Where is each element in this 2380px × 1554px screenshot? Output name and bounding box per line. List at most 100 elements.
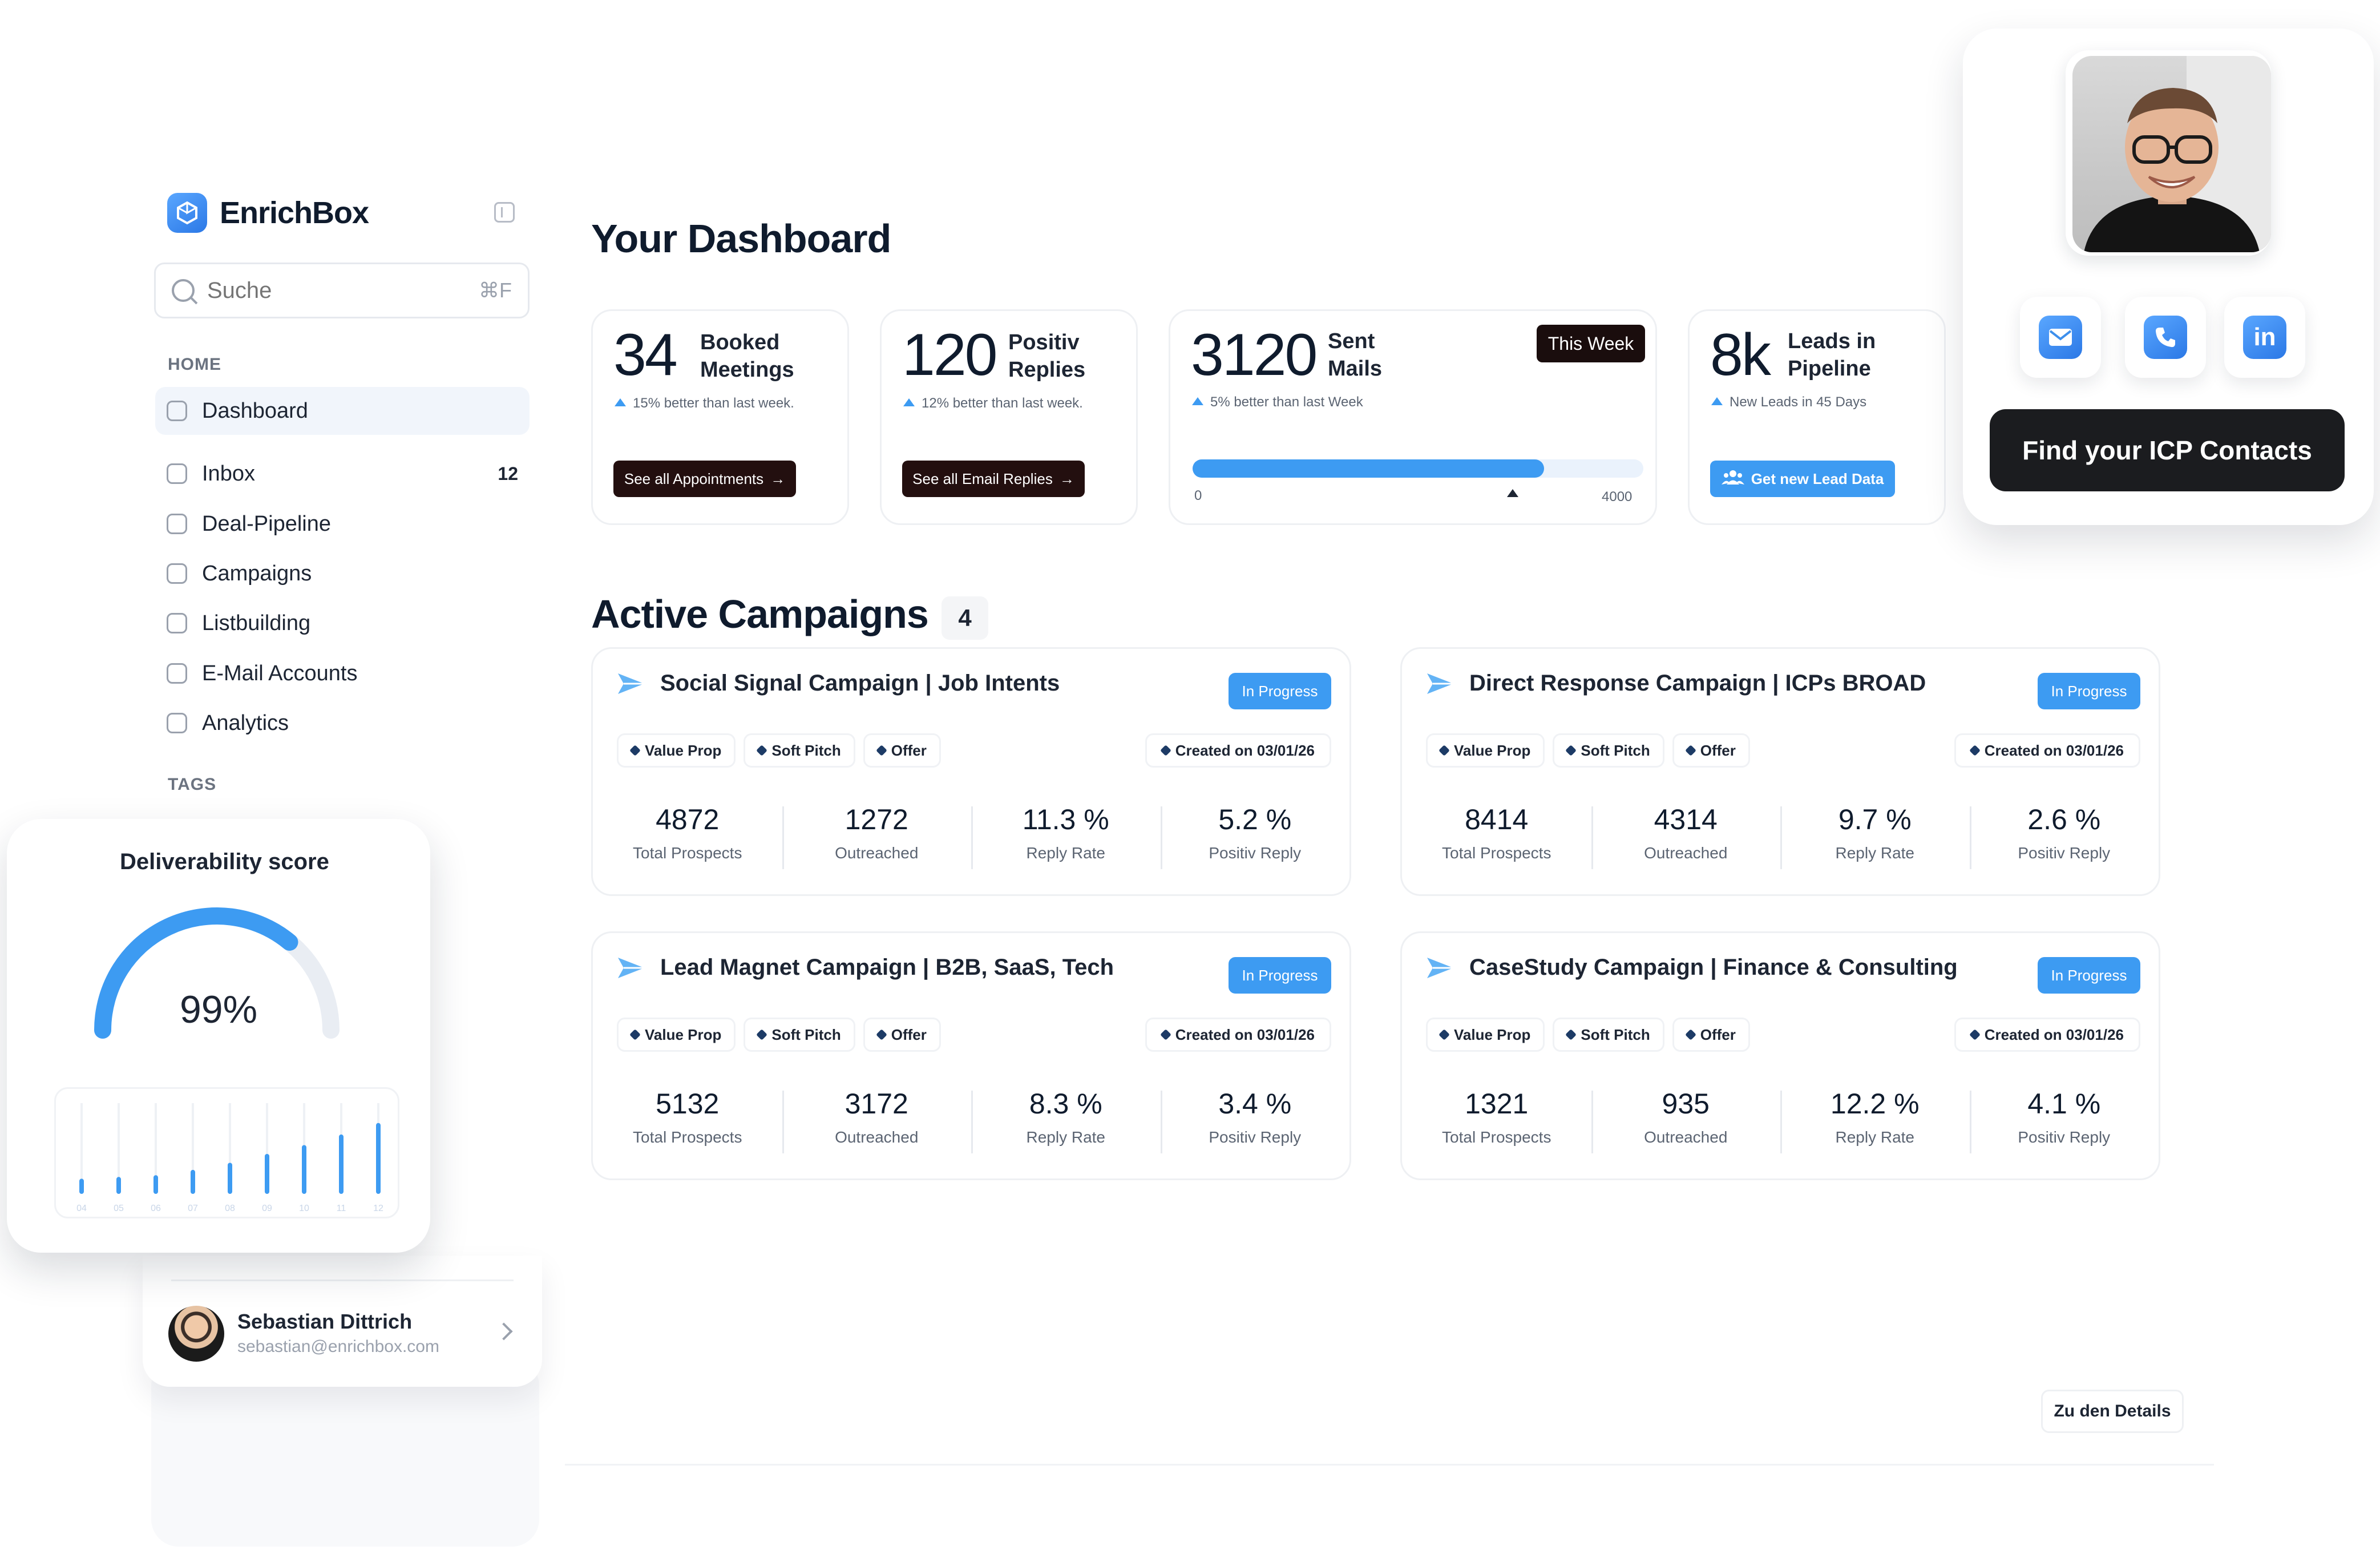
- deliverability-title: Deliverability score: [120, 849, 329, 874]
- tag-icon: [1565, 1029, 1577, 1040]
- sidebar-item-listbuilding[interactable]: Listbuilding: [155, 599, 530, 647]
- metric-reply-rate: 12.2 % Reply Rate: [1780, 1087, 1970, 1153]
- collapse-sidebar-icon[interactable]: [494, 202, 515, 223]
- campaign-metrics: 8414 Total Prospects 4314 Outreached 9.7 %…: [1402, 803, 2159, 869]
- brand-logo[interactable]: EnrichBox: [167, 193, 369, 233]
- see-appointments-button[interactable]: See all Appointments →: [613, 461, 796, 497]
- campaign-metrics: 4872 Total Prospects 1272 Outreached 11.3 …: [593, 803, 1349, 869]
- tag-offer[interactable]: Offer: [863, 1018, 941, 1052]
- tag-offer[interactable]: Offer: [863, 733, 941, 768]
- campaigns-title: Active Campaigns: [591, 592, 929, 636]
- bar-label: 07: [188, 1204, 198, 1213]
- search-box[interactable]: ⌘F: [154, 263, 530, 318]
- bar-label: 11: [337, 1204, 346, 1213]
- tag-soft-pitch[interactable]: Soft Pitch: [744, 1018, 855, 1052]
- find-icp-contacts-button[interactable]: Find your ICP Contacts: [1990, 409, 2345, 491]
- metric-value: 935: [1662, 1088, 1710, 1120]
- stat-card-leads: 8k Leads in Pipeline New Leads in 45 Day…: [1688, 309, 1946, 525]
- avatar[interactable]: [168, 1306, 224, 1362]
- linkedin-contact-button[interactable]: in: [2224, 297, 2305, 378]
- status-badge[interactable]: In Progress: [1229, 957, 1331, 994]
- campaign-tags: Value Prop Soft Pitch Offer: [1426, 733, 1750, 768]
- search-input[interactable]: [207, 277, 458, 304]
- tag-soft-pitch[interactable]: Soft Pitch: [1553, 733, 1664, 768]
- sidebar-item-label: Campaigns: [202, 561, 312, 586]
- metric-outreached: 935 Outreached: [1591, 1087, 1781, 1153]
- status-badge[interactable]: In Progress: [2038, 957, 2140, 994]
- sidebar-item-label: Inbox: [202, 461, 255, 486]
- tag-icon: [756, 745, 768, 756]
- phone-icon: [2144, 316, 2187, 359]
- this-week-badge[interactable]: This Week: [1537, 325, 1645, 362]
- metric-label: Reply Rate: [1835, 844, 1914, 862]
- metric-reply-rate: 9.7 % Reply Rate: [1780, 803, 1970, 869]
- tag-icon: [1684, 745, 1696, 756]
- tag-offer[interactable]: Offer: [1672, 1018, 1750, 1052]
- metric-outreached: 1272 Outreached: [782, 803, 972, 869]
- details-button[interactable]: Zu den Details: [2041, 1390, 2184, 1433]
- tag-icon: [629, 1029, 641, 1040]
- metric-reply-rate: 11.3 % Reply Rate: [971, 803, 1161, 869]
- tag-offer[interactable]: Offer: [1672, 733, 1750, 768]
- metric-value: 5.2 %: [1218, 804, 1292, 835]
- tag-soft-pitch[interactable]: Soft Pitch: [1553, 1018, 1664, 1052]
- sidebar-item-dashboard[interactable]: Dashboard: [155, 387, 530, 435]
- sidebar-item-inbox[interactable]: Inbox 12: [155, 450, 530, 498]
- stat-card-sent-mails: 3120 Sent Mails This Week 5% better than…: [1169, 309, 1657, 525]
- divider: [171, 1279, 514, 1281]
- stat-value: 34: [613, 322, 678, 388]
- campaign-tags: Value Prop Soft Pitch Offer: [1426, 1018, 1750, 1052]
- metric-value: 12.2 %: [1830, 1088, 1920, 1120]
- status-badge[interactable]: In Progress: [2038, 673, 2140, 709]
- contact-photo: [2072, 56, 2271, 252]
- metric-value: 4872: [656, 804, 720, 835]
- campaign-header: Lead Magnet Campaign | B2B, SaaS, Tech: [617, 955, 1114, 980]
- metric-label: Total Prospects: [633, 844, 742, 862]
- created-date: Created on 03/01/26: [1954, 1018, 2140, 1052]
- campaign-name: Direct Response Campaign | ICPs BROAD: [1469, 671, 1926, 696]
- tag-icon: [1438, 745, 1450, 756]
- see-email-replies-button[interactable]: See all Email Replies →: [902, 461, 1085, 497]
- status-badge[interactable]: In Progress: [1229, 673, 1331, 709]
- tag-value-prop[interactable]: Value Prop: [1426, 1018, 1545, 1052]
- created-date: Created on 03/01/26: [1145, 1018, 1331, 1052]
- stat-label: Booked Meetings: [700, 329, 794, 384]
- campaign-card[interactable]: Social Signal Campaign | Job Intents In …: [591, 647, 1351, 896]
- metric-outreached: 4314 Outreached: [1591, 803, 1781, 869]
- stat-change-text: 12% better than last week.: [922, 395, 1083, 411]
- sidebar-item-email-accounts[interactable]: E-Mail Accounts: [155, 649, 530, 697]
- metric-value: 1272: [844, 804, 908, 835]
- stat-value: 3120: [1191, 322, 1318, 388]
- get-lead-data-button[interactable]: Get new Lead Data: [1710, 461, 1895, 497]
- email-contact-button[interactable]: [2020, 297, 2101, 378]
- sidebar-item-analytics[interactable]: Analytics: [155, 699, 530, 747]
- metric-value: 9.7 %: [1838, 804, 1912, 835]
- tag-value-prop[interactable]: Value Prop: [617, 1018, 736, 1052]
- stat-label-line: Positiv: [1008, 330, 1080, 354]
- campaign-card[interactable]: Direct Response Campaign | ICPs BROAD In…: [1400, 647, 2160, 896]
- metric-value: 3172: [844, 1088, 908, 1120]
- campaign-metrics: 5132 Total Prospects 3172 Outreached 8.3 %…: [593, 1087, 1349, 1153]
- metric-value: 5132: [656, 1088, 720, 1120]
- campaign-card[interactable]: CaseStudy Campaign | Finance & Consultin…: [1400, 931, 2160, 1180]
- stat-label: Positiv Replies: [1008, 329, 1085, 384]
- tag-label: Value Prop: [1454, 1026, 1531, 1043]
- sidebar-item-deal-pipeline[interactable]: Deal-Pipeline: [155, 500, 530, 548]
- campaign-card[interactable]: Lead Magnet Campaign | B2B, SaaS, Tech I…: [591, 931, 1351, 1180]
- metric-total-prospects: 5132 Total Prospects: [593, 1087, 782, 1147]
- tag-value-prop[interactable]: Value Prop: [1426, 733, 1545, 768]
- metric-total-prospects: 8414 Total Prospects: [1402, 803, 1591, 862]
- sidebar-item-campaigns[interactable]: Campaigns: [155, 550, 530, 598]
- sidebar-item-label: E-Mail Accounts: [202, 661, 358, 685]
- tag-value-prop[interactable]: Value Prop: [617, 733, 736, 768]
- stat-change-text: 15% better than last week.: [633, 395, 794, 411]
- tag-soft-pitch[interactable]: Soft Pitch: [744, 733, 855, 768]
- metric-label: Positiv Reply: [2018, 844, 2111, 862]
- metric-positiv-reply: 4.1 % Positiv Reply: [1969, 1087, 2159, 1153]
- phone-contact-button[interactable]: [2125, 297, 2206, 378]
- metric-value: 3.4 %: [1218, 1088, 1292, 1120]
- stat-value: 8k: [1710, 322, 1771, 388]
- bar-label: 09: [262, 1204, 272, 1213]
- tag-label: Offer: [891, 1026, 927, 1043]
- metric-label: Outreached: [835, 1128, 919, 1146]
